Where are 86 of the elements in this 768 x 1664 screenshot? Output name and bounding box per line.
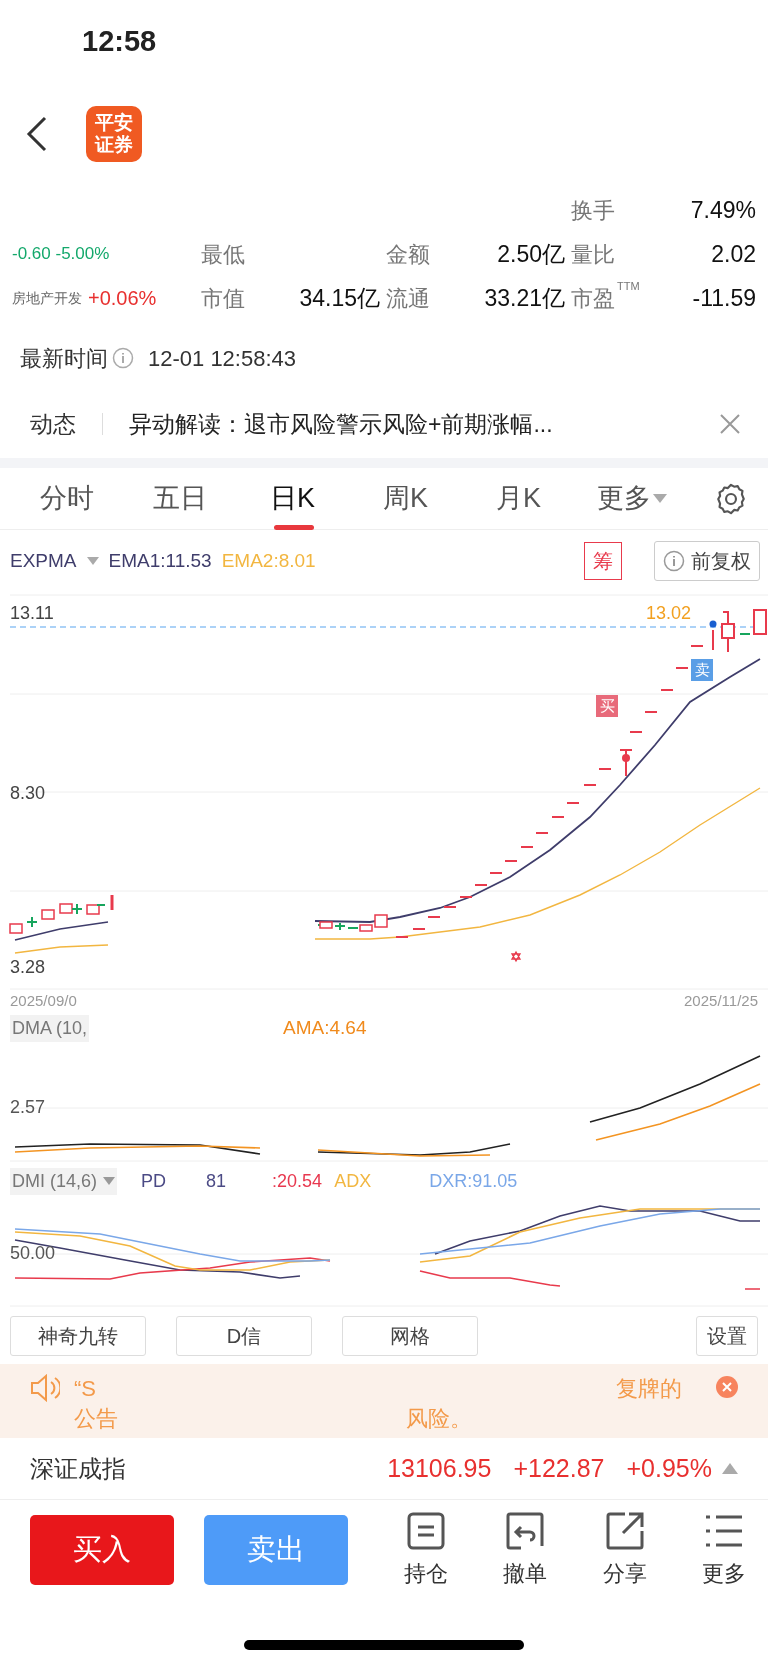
start-date: 2025/09/0: [10, 992, 77, 1010]
indicator-name[interactable]: EXPMA: [10, 546, 77, 576]
index-value: 13106.95: [387, 1452, 492, 1484]
back-icon[interactable]: [26, 116, 48, 152]
indicator-button[interactable]: 设置: [696, 1316, 758, 1356]
toolbar-button[interactable]: 更多: [694, 1510, 754, 1590]
stat-label: 最低: [201, 240, 245, 269]
sell-marker: 卖: [691, 659, 713, 681]
ema1-value: EMA1:11.53: [108, 548, 212, 573]
y-axis-label: 50.00: [10, 1242, 56, 1265]
end-date: 2025/11/25: [684, 992, 758, 1010]
y-axis-label: 8.30: [10, 782, 46, 805]
stat-value: 7.49%: [690, 195, 756, 225]
toolbar-button[interactable]: 持仓: [396, 1510, 456, 1590]
y-axis-label: 2.57: [10, 1096, 46, 1119]
caret-icon[interactable]: [86, 556, 99, 566]
ama-value: AMA:4.64: [283, 1015, 367, 1040]
indicator-button[interactable]: D信: [176, 1316, 312, 1356]
notice-text: 风险。: [406, 1405, 472, 1433]
toolbar-button[interactable]: 分享: [594, 1510, 655, 1590]
stat-value: -11.59: [692, 283, 756, 313]
time-value: 12-01 12:58:43: [148, 344, 297, 373]
stat-label: 市值: [201, 284, 245, 313]
logo-text: 证券: [95, 134, 133, 156]
period-tab[interactable]: 周K: [349, 467, 462, 530]
buy-marker: 买: [596, 695, 618, 717]
status-time: 12:58: [82, 24, 157, 60]
index-name: 深证成指: [30, 1453, 126, 1484]
stat-label: 换手: [571, 196, 615, 225]
close-icon[interactable]: [716, 1376, 738, 1398]
stat-label: 市盈: [571, 284, 615, 313]
period-tab[interactable]: 分时: [10, 467, 123, 530]
stat-value: 34.15亿: [299, 283, 380, 313]
ttm-label: TTM: [617, 278, 640, 294]
stat-value: 2.02: [711, 239, 756, 269]
caret-icon: [103, 1176, 116, 1186]
index-change: +122.87: [513, 1452, 605, 1484]
star-marker-icon: [510, 950, 522, 963]
buy-button[interactable]: 买入: [30, 1515, 174, 1585]
period-tab[interactable]: 月K: [462, 467, 575, 530]
y-axis-label: 13.11: [10, 602, 54, 625]
indicator-button[interactable]: 神奇九转: [10, 1316, 146, 1356]
info-icon[interactable]: [112, 347, 134, 369]
dmi-value: 81: [206, 1169, 227, 1193]
dmi-value: PD: [141, 1169, 167, 1193]
adjust-button[interactable]: 前复权: [654, 541, 760, 581]
price-change: -0.60 -5.00%: [12, 243, 110, 266]
dma-title[interactable]: DMA (10,: [10, 1014, 90, 1042]
speaker-icon: [30, 1374, 60, 1402]
notice-text: 复牌的: [616, 1375, 682, 1403]
stat-label: 流通: [386, 284, 430, 313]
indicator-button[interactable]: 网格: [342, 1316, 478, 1356]
period-tab[interactable]: 更多: [575, 467, 688, 530]
price-dot: [709, 620, 717, 628]
news-label: 动态: [30, 409, 76, 439]
close-icon[interactable]: [720, 414, 740, 434]
news-headline[interactable]: 异动解读：退市风险警示风险+前期涨幅...: [129, 406, 720, 442]
info-icon: [663, 550, 685, 572]
dmi-title[interactable]: DMI (14,6): [10, 1167, 118, 1195]
logo-text: 平安: [95, 112, 133, 134]
time-label: 最新时间: [20, 344, 108, 373]
y-axis-label: 3.28: [10, 956, 46, 979]
ema2-value: EMA2:8.01: [221, 548, 316, 573]
stat-value: 2.50亿: [497, 239, 565, 269]
stat-label: 量比: [571, 240, 615, 269]
period-tab[interactable]: 日K: [236, 467, 349, 530]
toolbar-button[interactable]: 撤单: [495, 1510, 556, 1590]
sector-name: 房地产开发: [12, 288, 82, 308]
settings-icon[interactable]: [714, 481, 748, 516]
index-percent: +0.95%: [626, 1452, 712, 1484]
expand-arrow-icon[interactable]: [722, 1462, 738, 1475]
stat-value: 33.21亿: [484, 283, 565, 313]
period-tab[interactable]: 五日: [123, 467, 236, 530]
sector-change: +0.06%: [88, 286, 157, 311]
last-price-label: 13.02: [646, 602, 692, 625]
dmi-value: DXR:91.05: [429, 1169, 518, 1193]
chip-button[interactable]: 筹: [584, 542, 622, 580]
notice-text: 公告: [74, 1405, 118, 1433]
caret-icon: [652, 493, 667, 504]
dmi-value: :20.54: [272, 1169, 323, 1193]
dmi-value: ADX: [334, 1169, 372, 1193]
undo-icon: [505, 1510, 546, 1551]
share-icon: [604, 1510, 645, 1551]
document-icon: [406, 1510, 446, 1551]
notice-text: “S: [74, 1375, 96, 1403]
stat-label: 金额: [386, 240, 430, 269]
